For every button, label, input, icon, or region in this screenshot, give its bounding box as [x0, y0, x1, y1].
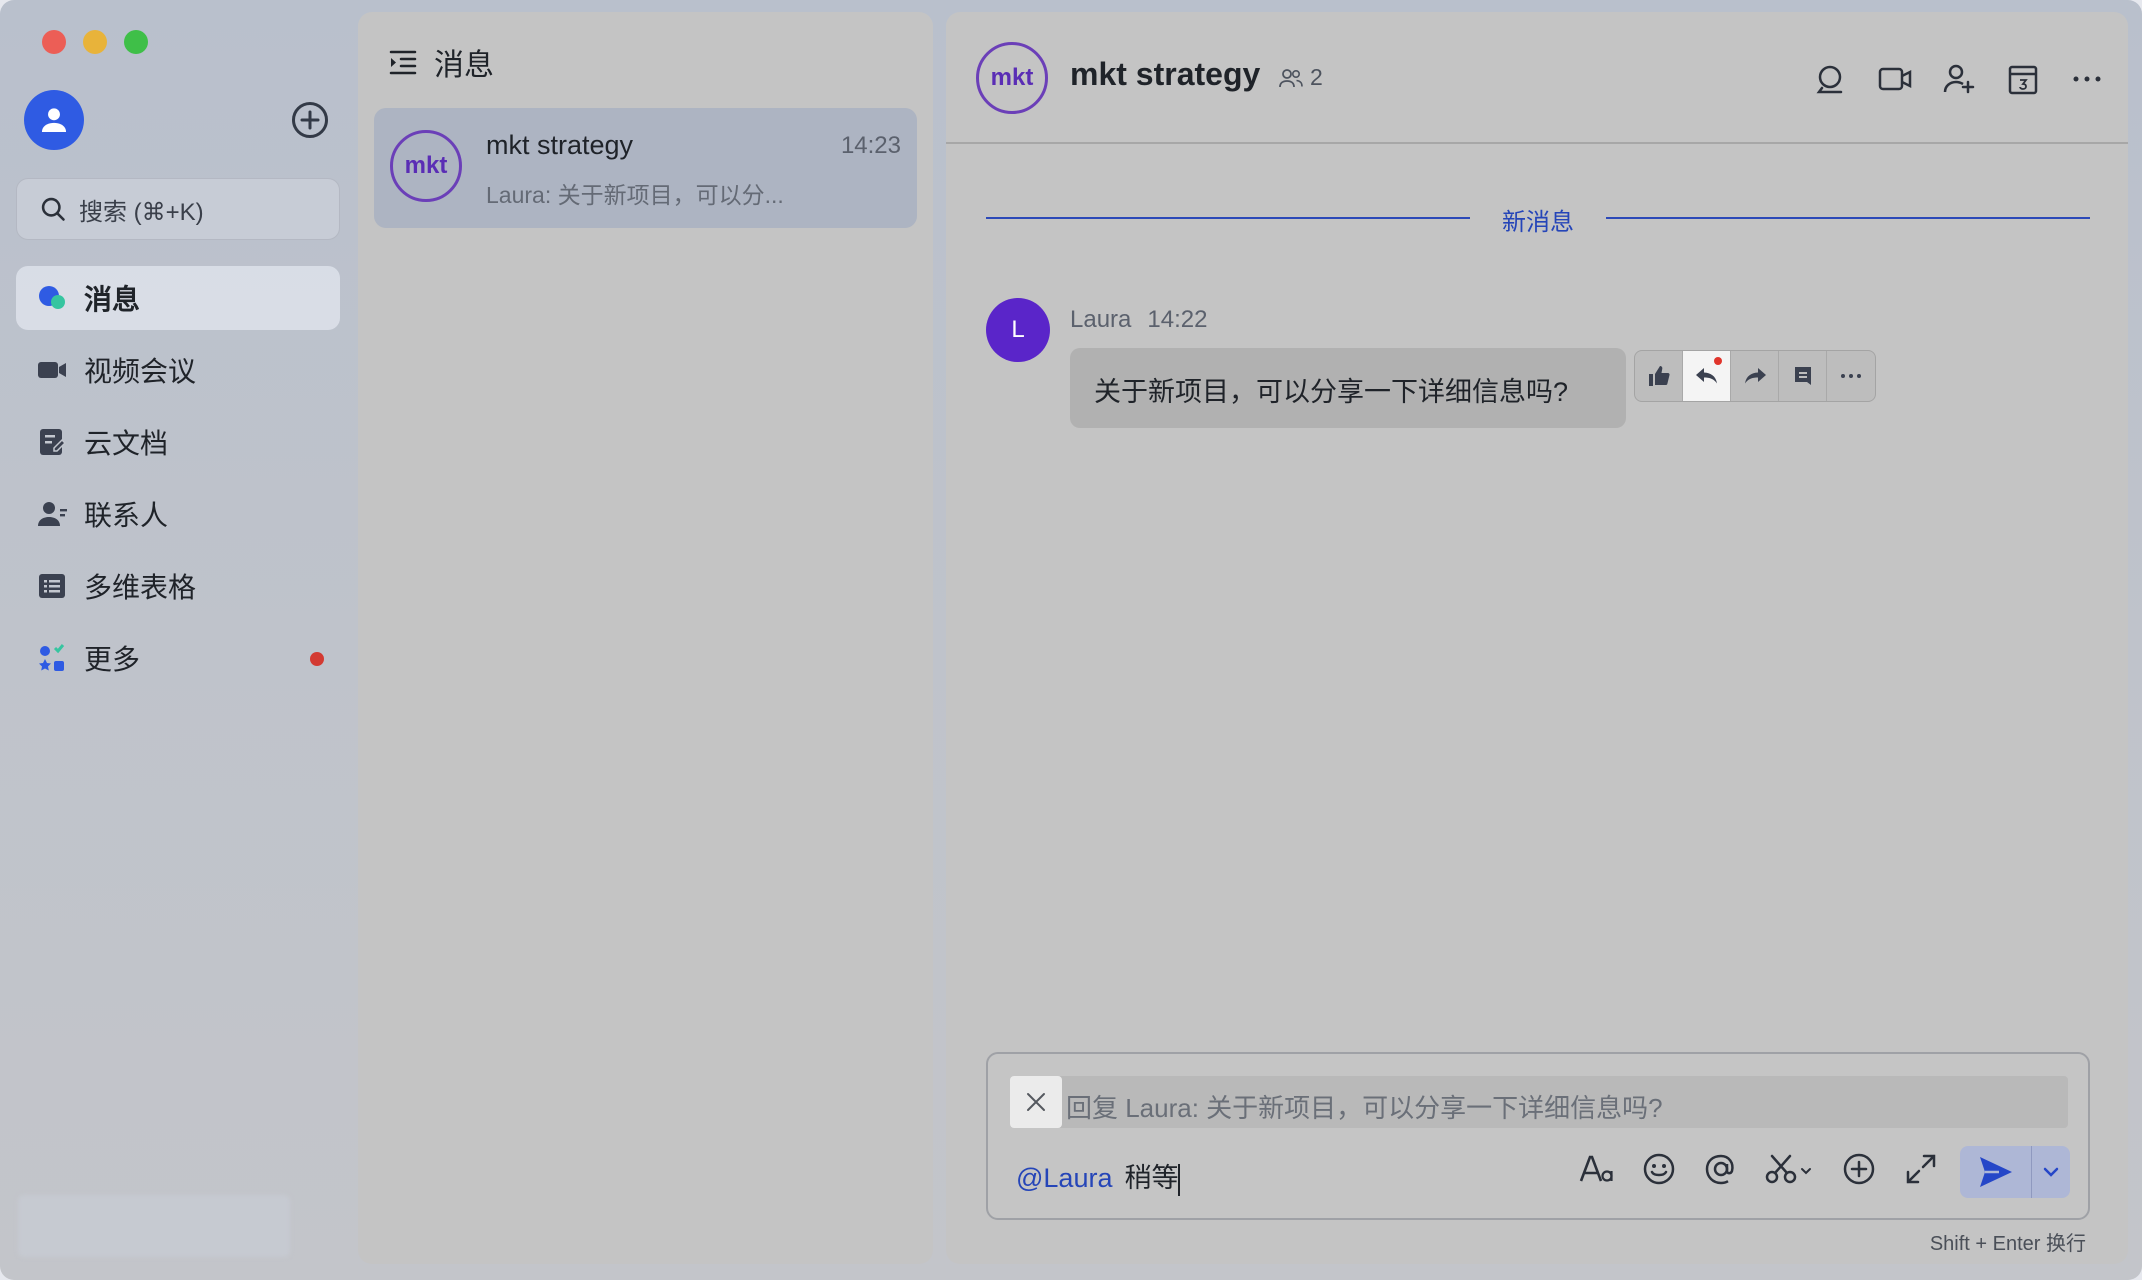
sidebar-item-base-table[interactable]: 多维表格 [16, 554, 340, 618]
like-button[interactable] [1635, 351, 1683, 401]
contacts-icon [36, 498, 68, 530]
reply-preview-text: 回复 Laura: 关于新项目，可以分享一下详细信息吗? [1066, 1093, 1663, 1123]
mention-tag[interactable]: @Laura [1016, 1163, 1112, 1193]
user-avatar[interactable] [24, 90, 84, 150]
add-button[interactable] [292, 102, 328, 138]
composer-toolbar [1578, 1150, 1940, 1188]
send-button-group [1960, 1146, 2070, 1198]
notification-badge [310, 652, 324, 666]
sidebar-item-label: 多维表格 [84, 572, 197, 603]
conversation-preview: Laura: 关于新项目，可以分... [486, 182, 784, 208]
add-attachment-icon[interactable] [1840, 1150, 1878, 1188]
mention-icon[interactable] [1702, 1150, 1740, 1188]
sidebar-item-label: 云文档 [84, 428, 169, 459]
chat-panel: mkt mkt strategy 2 新消息 L Laura 14:22 关于新… [946, 12, 2128, 1264]
quote-message-icon [1794, 367, 1811, 385]
expand-editor-icon[interactable] [1902, 1150, 1940, 1188]
member-count[interactable]: 2 [1278, 64, 1323, 91]
sender-avatar[interactable]: L [986, 298, 1050, 362]
more-options-icon[interactable] [2070, 62, 2104, 96]
blurred-footer [18, 1195, 290, 1257]
message-more-button[interactable] [1827, 351, 1875, 401]
calendar-icon[interactable] [2006, 62, 2040, 96]
sender-name[interactable]: Laura [1070, 306, 1131, 333]
member-count-value: 2 [1310, 64, 1323, 90]
conversation-item[interactable]: mkt mkt strategy 14:23 Laura: 关于新项目，可以分.… [374, 108, 917, 228]
add-member-icon[interactable] [1942, 62, 1976, 96]
input-text: 稍等 [1124, 1163, 1179, 1193]
sidebar-item-messages[interactable]: 消息 [16, 266, 340, 330]
quote-button[interactable] [1779, 351, 1827, 401]
text-format-icon[interactable] [1578, 1150, 1616, 1188]
members-icon [1279, 68, 1303, 87]
thumbs-up-icon [1648, 366, 1670, 386]
group-avatar: mkt [390, 130, 462, 202]
search-bar[interactable]: 搜索 (⌘+K) [16, 178, 340, 240]
forward-icon [1744, 368, 1766, 384]
cancel-reply-button[interactable] [1010, 1076, 1062, 1128]
new-messages-label: 新消息 [1502, 209, 1574, 236]
search-icon [41, 197, 65, 221]
sidebar-item-label: 联系人 [84, 500, 169, 531]
app-window: 搜索 (⌘+K) 消息 视频会议 云文档 联系人 多维表格 更多 消息 mkt … [0, 0, 2142, 1280]
user-icon [41, 108, 67, 133]
conversation-title: mkt strategy [486, 130, 634, 160]
video-call-icon[interactable] [1878, 62, 1912, 96]
chat-header-actions [1814, 62, 2104, 96]
chevron-down-icon [2043, 1167, 2059, 1177]
sidebar-item-label: 更多 [84, 644, 141, 675]
message-input[interactable]: @Laura 稍等 [1016, 1156, 1181, 1196]
list-title: 消息 [434, 49, 494, 82]
sidebar-item-label: 视频会议 [84, 356, 197, 387]
conversation-list-panel: 消息 mkt mkt strategy 14:23 Laura: 关于新项目，可… [358, 12, 933, 1264]
messages-icon [36, 282, 68, 314]
sidebar-item-contacts[interactable]: 联系人 [16, 482, 340, 546]
message-bubble[interactable]: 关于新项目，可以分享一下详细信息吗? [1070, 348, 1626, 428]
message-composer: 回复 Laura: 关于新项目，可以分享一下详细信息吗? @Laura 稍等 [986, 1052, 2090, 1220]
message-time: 14:22 [1147, 306, 1208, 333]
message-action-toolbar [1634, 350, 1876, 402]
chat-title: mkt strategy [1070, 56, 1261, 92]
forward-button[interactable] [1731, 351, 1779, 401]
search-chat-icon[interactable] [1814, 62, 1848, 96]
screenshot-scissors-icon[interactable] [1764, 1150, 1816, 1188]
divider-line-right [1606, 217, 2090, 219]
plus-icon [300, 110, 320, 130]
cloud-docs-icon [36, 426, 68, 458]
send-button[interactable] [1960, 1146, 2032, 1198]
list-header: 消息 [388, 40, 494, 84]
video-meeting-icon [36, 354, 68, 386]
send-options-button[interactable] [2032, 1146, 2070, 1198]
message-meta: Laura 14:22 [1070, 306, 1207, 334]
more-dots-icon [1841, 374, 1861, 378]
reply-icon [1695, 368, 1717, 384]
new-messages-divider: 新消息 [986, 202, 2090, 236]
sidebar-item-video-meeting[interactable]: 视频会议 [16, 338, 340, 402]
more-apps-icon [36, 642, 68, 674]
sidebar-item-label: 消息 [84, 284, 141, 315]
reply-preview-bar: 回复 Laura: 关于新项目，可以分享一下详细信息吗? [1010, 1076, 2068, 1128]
shortcut-hint: Shift + Enter 换行 [1929, 1233, 2086, 1255]
conversation-time: 14:23 [840, 132, 901, 159]
search-placeholder: 搜索 (⌘+K) [79, 198, 204, 226]
chat-group-avatar[interactable]: mkt [976, 42, 1048, 114]
close-icon [1027, 1093, 1045, 1111]
collapse-list-icon[interactable] [388, 47, 418, 77]
emoji-icon[interactable] [1640, 1150, 1678, 1188]
send-icon [1979, 1157, 2012, 1187]
base-table-icon [36, 570, 68, 602]
sidebar-item-more[interactable]: 更多 [16, 626, 340, 690]
sidebar-nav: 消息 视频会议 云文档 联系人 多维表格 更多 [16, 266, 340, 698]
chat-header: mkt mkt strategy 2 [946, 12, 2128, 144]
sidebar-item-cloud-docs[interactable]: 云文档 [16, 410, 340, 474]
text-caret [1178, 1163, 1181, 1196]
reply-button[interactable] [1683, 351, 1731, 401]
reply-indicator-dot [1714, 357, 1722, 365]
sidebar: 搜索 (⌘+K) 消息 视频会议 云文档 联系人 多维表格 更多 [0, 0, 358, 1280]
